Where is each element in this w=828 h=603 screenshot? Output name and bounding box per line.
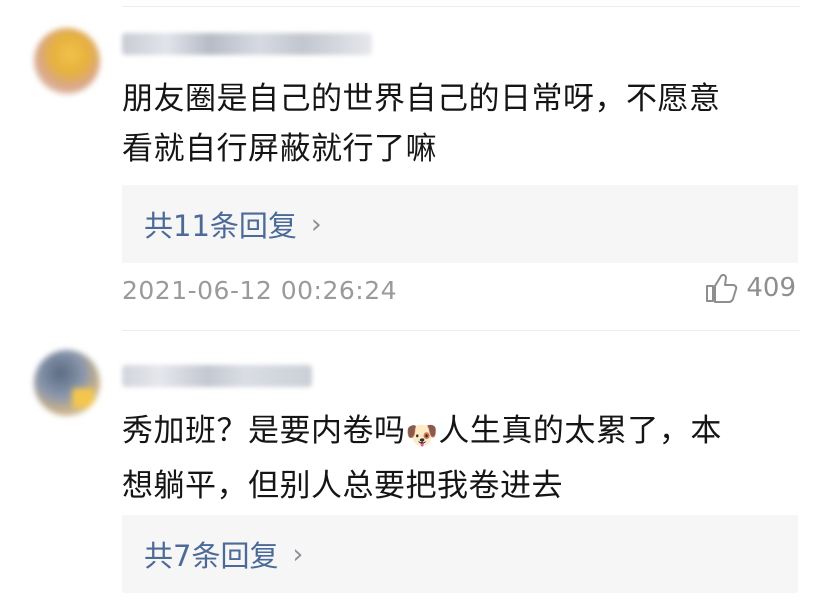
comment-text: 朋友圈是自己的世界自己的日常呀，不愿意 看就自行屏蔽就行了嘛 xyxy=(122,74,792,174)
timestamp: 2021-06-12 00:26:24 xyxy=(122,276,398,305)
comment-text: 秀加班？是要内卷吗🐶人生真的太累了，本 想躺平，但别人总要把我卷进去 xyxy=(122,406,792,511)
view-replies-button[interactable]: 共11条回复 › xyxy=(122,185,798,263)
chevron-right-icon: › xyxy=(310,208,322,240)
chevron-right-icon: › xyxy=(292,538,304,570)
comment-text-line1-start: 秀加班？是要内卷吗 xyxy=(122,413,406,449)
top-divider xyxy=(122,6,800,7)
username-blurred[interactable] xyxy=(122,33,372,55)
doge-emoji-icon: 🐶 xyxy=(405,421,439,451)
comment-text-line1: 朋友圈是自己的世界自己的日常呀，不愿意 xyxy=(122,81,721,117)
avatar[interactable] xyxy=(34,28,100,94)
avatar[interactable] xyxy=(34,350,100,416)
thumbs-up-icon xyxy=(706,273,738,303)
comment-text-line2: 想躺平，但别人总要把我卷进去 xyxy=(122,468,563,504)
comment-text-line1-end: 人生真的太累了，本 xyxy=(438,413,722,449)
username-blurred[interactable] xyxy=(122,365,312,387)
comment-text-line2: 看就自行屏蔽就行了嘛 xyxy=(122,131,437,167)
replies-label: 共7条回复 xyxy=(144,539,279,573)
replies-label: 共11条回复 xyxy=(144,209,297,243)
view-replies-button[interactable]: 共7条回复 › xyxy=(122,515,798,593)
like-button[interactable]: 409 xyxy=(704,272,796,304)
like-count: 409 xyxy=(746,273,796,303)
comment-divider xyxy=(122,330,800,331)
